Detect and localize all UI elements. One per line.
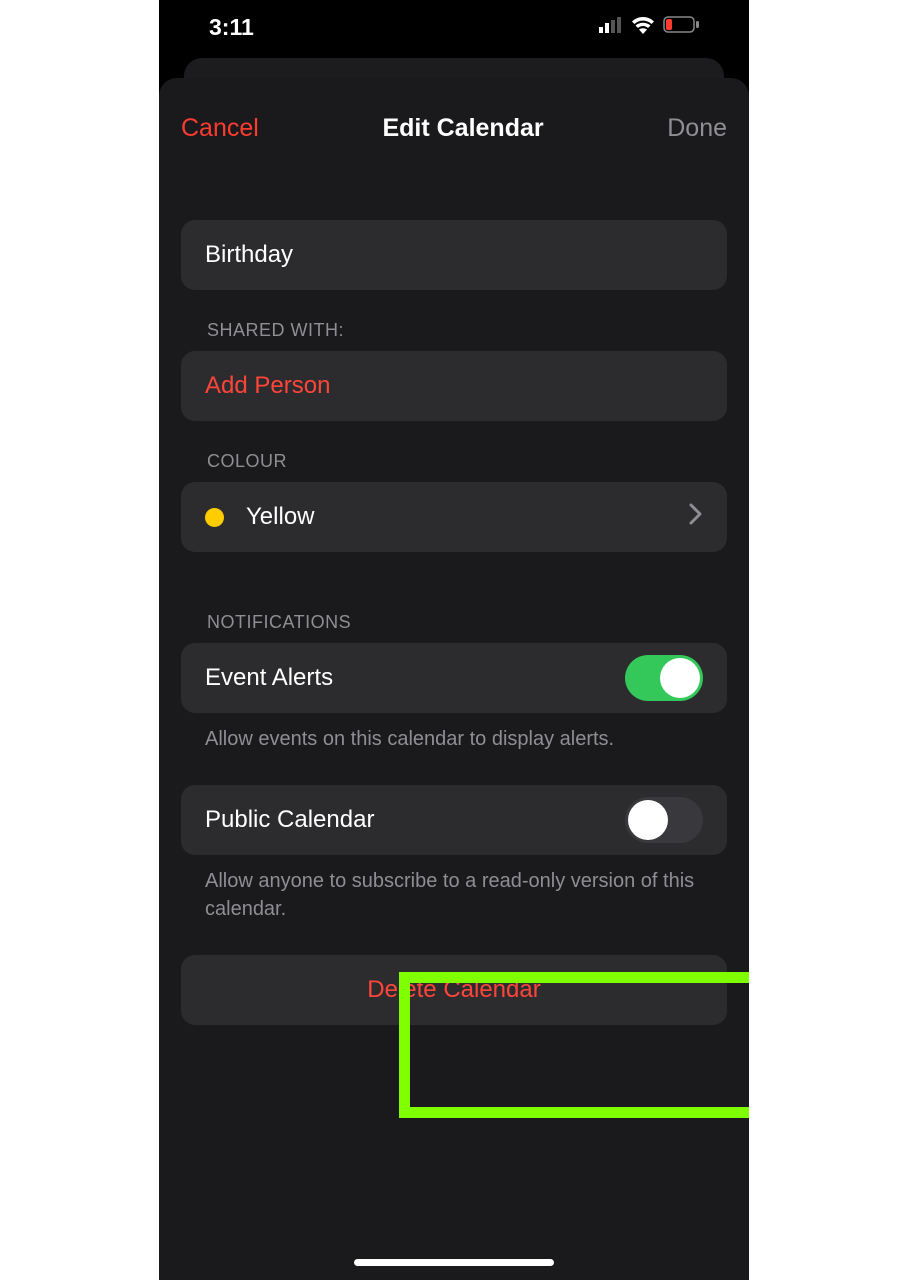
colour-group: Yellow xyxy=(181,482,727,552)
calendar-name-group xyxy=(181,220,727,290)
home-indicator[interactable] xyxy=(354,1259,554,1266)
public-calendar-toggle[interactable] xyxy=(625,797,703,843)
battery-low-icon xyxy=(663,16,699,38)
nav-bar: Cancel Edit Calendar Done xyxy=(159,106,749,150)
event-alerts-group: Event Alerts xyxy=(181,643,727,713)
notifications-header: NOTIFICATIONS xyxy=(207,612,727,633)
sheet-content: SHARED WITH: Add Person COLOUR Yellow NO… xyxy=(159,150,749,1025)
calendar-name-row[interactable] xyxy=(181,220,727,290)
event-alerts-toggle[interactable] xyxy=(625,655,703,701)
event-alerts-row: Event Alerts xyxy=(181,643,727,713)
public-calendar-row: Public Calendar xyxy=(181,785,727,855)
public-calendar-group: Public Calendar xyxy=(181,785,727,855)
public-calendar-caption: Allow anyone to subscribe to a read-only… xyxy=(205,867,723,923)
wifi-icon xyxy=(631,16,655,39)
status-bar: 3:11 xyxy=(159,0,749,54)
add-person-label: Add Person xyxy=(205,372,330,400)
done-button[interactable]: Done xyxy=(667,114,727,143)
delete-calendar-button[interactable]: Delete Calendar xyxy=(181,976,727,1004)
colour-row[interactable]: Yellow xyxy=(181,482,727,552)
cancel-button[interactable]: Cancel xyxy=(181,114,259,143)
delete-calendar-row[interactable]: Delete Calendar xyxy=(181,955,727,1025)
event-alerts-label: Event Alerts xyxy=(205,664,333,692)
cellular-icon xyxy=(599,17,623,38)
status-icons xyxy=(599,16,699,39)
colour-swatch-icon xyxy=(205,508,224,527)
public-calendar-label: Public Calendar xyxy=(205,806,374,834)
nav-title: Edit Calendar xyxy=(382,114,543,143)
delete-group: Delete Calendar xyxy=(181,955,727,1025)
calendar-name-input[interactable] xyxy=(205,241,703,269)
phone-frame: 3:11 Cancel Edit Calendar Done xyxy=(159,0,749,1280)
chevron-right-icon xyxy=(689,503,703,532)
shared-with-group: Add Person xyxy=(181,351,727,421)
edit-calendar-sheet: Cancel Edit Calendar Done SHARED WITH: A… xyxy=(159,78,749,1280)
shared-with-header: SHARED WITH: xyxy=(207,320,727,341)
colour-value: Yellow xyxy=(246,503,315,531)
add-person-row[interactable]: Add Person xyxy=(181,351,727,421)
colour-header: COLOUR xyxy=(207,451,727,472)
event-alerts-caption: Allow events on this calendar to display… xyxy=(205,725,723,753)
status-time: 3:11 xyxy=(209,14,254,41)
